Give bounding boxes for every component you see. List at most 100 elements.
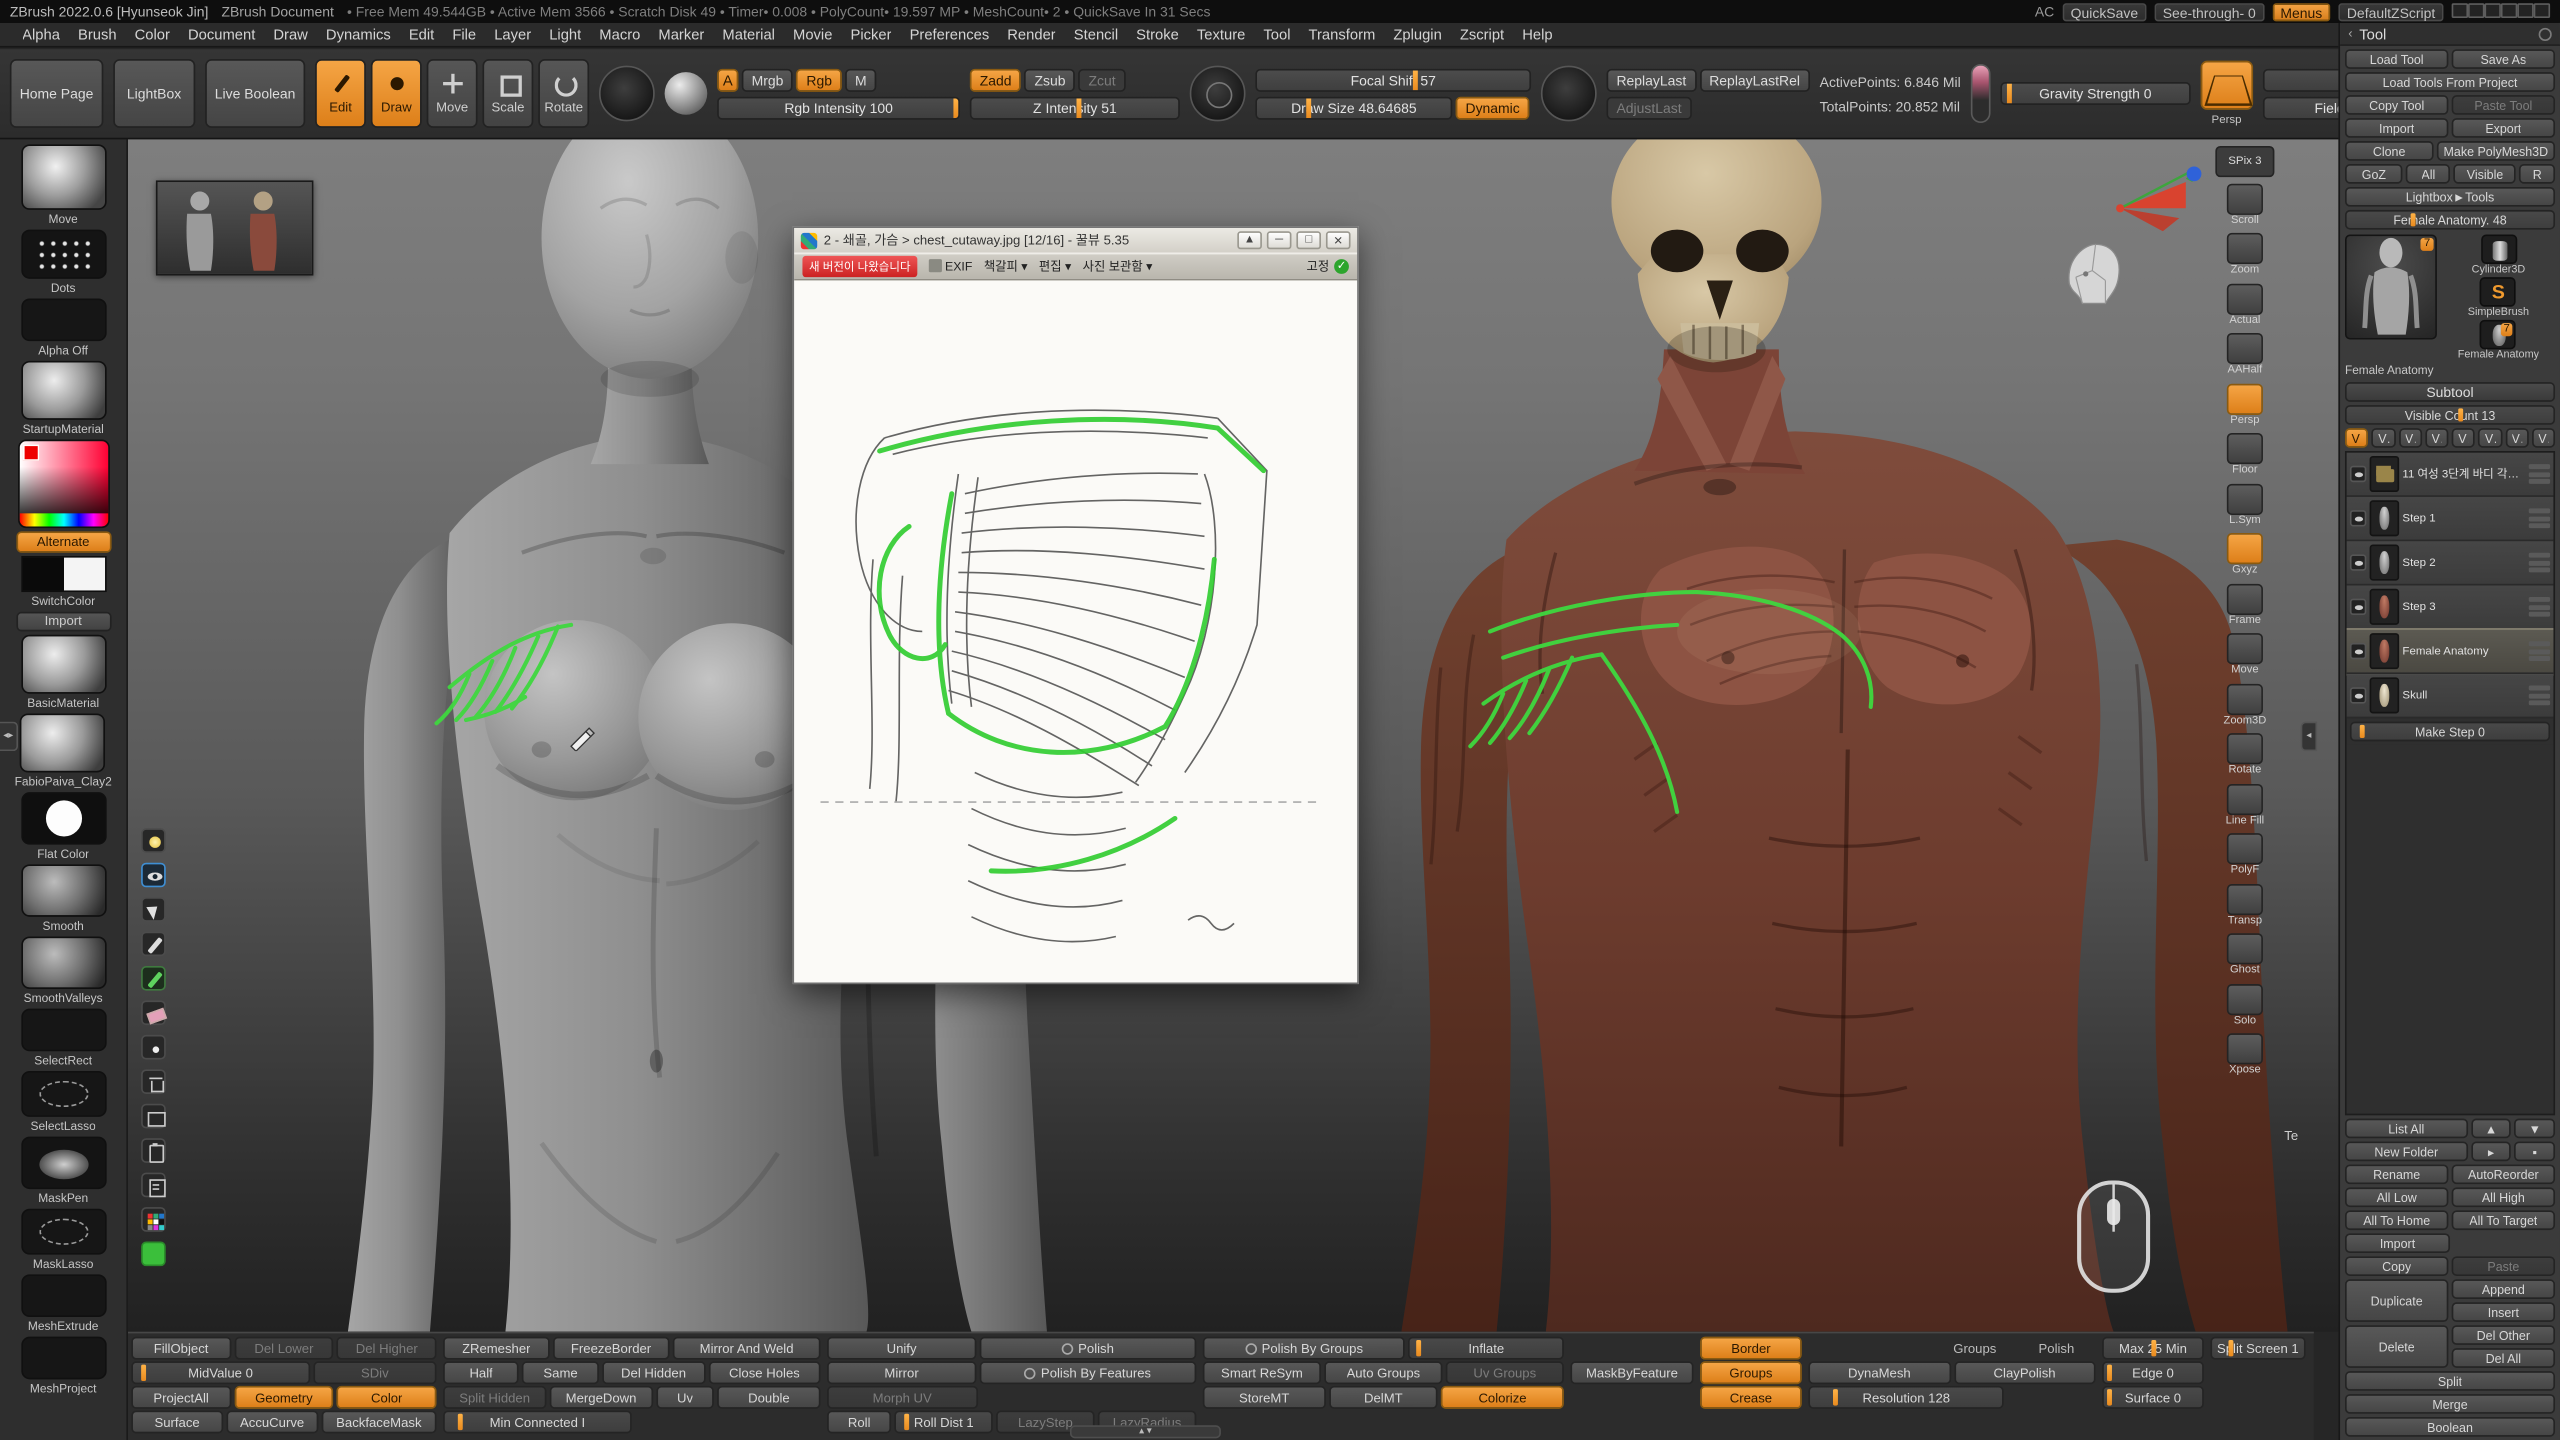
max-25-min-slider[interactable]: Max 25 Min [2102, 1337, 2204, 1360]
see-through-slider[interactable]: See-through- 0 [2155, 2, 2264, 20]
accucurve-button[interactable]: AccuCurve [226, 1410, 318, 1433]
cursor-icon[interactable] [141, 897, 166, 922]
axis-gizmo-icon[interactable] [2114, 159, 2203, 248]
color-orange[interactable]: Color [337, 1386, 437, 1409]
shelf-ghost[interactable]: Ghost [2227, 933, 2263, 977]
shelf-spix-3[interactable]: SPix 3 [2215, 146, 2274, 177]
make-step-0-slider[interactable]: Make Step 0 [2350, 722, 2550, 742]
import-button[interactable]: Import [2345, 1233, 2450, 1253]
lightbox-button[interactable]: LightBox [113, 59, 195, 128]
texture-button[interactable]: Texture [1188, 22, 1254, 47]
file-button[interactable]: File [443, 22, 485, 47]
screen-icon[interactable] [141, 1104, 166, 1129]
notes-icon[interactable] [141, 1173, 166, 1198]
mrgb-button[interactable]: Mrgb [742, 68, 793, 91]
preferences-button[interactable]: Preferences [901, 22, 999, 47]
del-lower-dis[interactable]: Del Lower [234, 1337, 334, 1360]
fillobject-button[interactable]: FillObject [131, 1337, 231, 1360]
shelf-aahalf[interactable]: AAHalf [2227, 333, 2263, 377]
smooth-thumb[interactable] [21, 864, 106, 916]
v1-orange[interactable]: V1 [2345, 428, 2368, 448]
sdiv-dis[interactable]: SDiv [313, 1361, 436, 1384]
photo-library-menu[interactable]: 사진 보관함 ▾ [1083, 257, 1153, 275]
boolean-button[interactable]: Boolean [2345, 1417, 2555, 1437]
resolution-128-slider[interactable]: Resolution 128 [1808, 1386, 2004, 1409]
field-of-view-slider[interactable]: Field of view(deg) 39.59775 [2263, 96, 2339, 119]
eraser-icon[interactable] [141, 1000, 166, 1025]
stroke-replay-icon[interactable] [1541, 66, 1597, 122]
item-button[interactable]: ▪ [2515, 1142, 2555, 1162]
roll-dist-1-slider[interactable]: Roll Dist 1 [895, 1410, 993, 1433]
item-button[interactable]: ▼ [2515, 1119, 2555, 1139]
gxyz-icon[interactable] [2227, 533, 2263, 564]
document-canvas[interactable]: 2 - 쇄골, 가슴 > chest_cutaway.jpg [12/16] -… [128, 139, 2338, 1331]
scale-mode-button[interactable]: Scale [483, 59, 534, 128]
material-sphere-icon[interactable] [665, 72, 708, 115]
draw-mode-button[interactable]: Draw [371, 59, 422, 128]
polish-by-features-toggle[interactable]: Polish By Features [979, 1361, 1196, 1384]
tray-item-meshextrude[interactable]: MeshExtrude [21, 1274, 106, 1333]
all-high-button[interactable]: All High [2452, 1187, 2555, 1207]
surface-button[interactable]: Surface [131, 1410, 223, 1433]
ghost-icon[interactable] [2227, 933, 2263, 964]
floor-icon[interactable] [2227, 433, 2263, 464]
stencil-button[interactable]: Stencil [1065, 22, 1127, 47]
rgb-intensity-slider[interactable]: Rgb Intensity 100 [717, 96, 960, 119]
tool-button[interactable]: Tool [1254, 22, 1299, 47]
shelf-gxyz[interactable]: Gxyz [2227, 533, 2263, 577]
half-button[interactable]: Half [443, 1361, 519, 1384]
replay-last-button[interactable]: ReplayLast [1607, 68, 1696, 91]
brush-preview-icon[interactable] [599, 66, 655, 122]
viewer-image-area[interactable] [794, 280, 1357, 982]
dynamics-button[interactable]: Dynamics [317, 22, 400, 47]
shelf-l-sym[interactable]: L.Sym [2227, 483, 2263, 527]
shelf-transp[interactable]: Transp [2227, 883, 2263, 927]
bottom-divider-handle[interactable]: ▴ ▾ [1070, 1425, 1221, 1438]
tray-item-picker[interactable] [17, 440, 109, 529]
right-divider-handle[interactable]: ◂ [2301, 722, 2317, 752]
auto-groups-button[interactable]: Auto Groups [1324, 1361, 1442, 1384]
pin-toggle[interactable]: 고정✓ [1307, 257, 1349, 275]
movie-button[interactable]: Movie [784, 22, 841, 47]
maskpen-thumb[interactable] [21, 1137, 106, 1189]
visibility-eye-icon[interactable] [141, 863, 166, 888]
move-thumb[interactable] [21, 144, 106, 210]
picker-button[interactable]: Picker [841, 22, 900, 47]
shelf-scroll[interactable]: Scroll [2227, 183, 2263, 227]
m-button[interactable]: M [845, 68, 876, 91]
tray-item-basicmaterial[interactable]: BasicMaterial [21, 635, 106, 710]
clipboard-icon[interactable] [141, 1138, 166, 1163]
dots-thumb[interactable] [21, 230, 106, 279]
line-fill-icon[interactable] [2227, 783, 2263, 814]
surface-0-slider[interactable]: Surface 0 [2102, 1386, 2204, 1409]
del-all-button[interactable]: Del All [2452, 1348, 2555, 1368]
scroll-icon[interactable] [2227, 183, 2263, 214]
r-button[interactable]: R [2520, 164, 2556, 184]
midvalue-0-slider[interactable]: MidValue 0 [131, 1361, 310, 1384]
subtool-item[interactable]: Step 2 [2347, 541, 2554, 585]
zoom-icon[interactable] [2227, 233, 2263, 264]
transform-button[interactable]: Transform [1300, 22, 1385, 47]
shelf-frame[interactable]: Frame [2227, 583, 2263, 627]
polyf-icon[interactable] [2227, 833, 2263, 864]
import-button[interactable]: Import [16, 612, 111, 632]
move-icon[interactable] [2227, 633, 2263, 664]
canvas-nav-thumbnail[interactable] [156, 180, 314, 275]
selectlasso-thumb[interactable] [21, 1071, 106, 1117]
meshproject-thumb[interactable] [21, 1337, 106, 1380]
persp-icon[interactable] [2227, 383, 2263, 414]
tray-item-smooth[interactable]: Smooth [21, 864, 106, 933]
roll-button[interactable]: Roll [827, 1410, 891, 1433]
freezeborder-button[interactable]: FreezeBorder [553, 1337, 670, 1360]
edit-button[interactable]: Edit [400, 22, 444, 47]
aahalf-icon[interactable] [2227, 333, 2263, 364]
all-button[interactable]: All [2406, 164, 2450, 184]
material-button[interactable]: Material [713, 22, 784, 47]
transp-icon[interactable] [2227, 883, 2263, 914]
layer-button[interactable]: Layer [485, 22, 540, 47]
shelf-zoom3d[interactable]: Zoom3D [2224, 683, 2267, 727]
female-anatomy-thumbnail[interactable]: 7 [2480, 320, 2516, 350]
solo-icon[interactable] [2227, 983, 2263, 1014]
layout-icon[interactable] [2517, 2, 2533, 17]
new-folder-button[interactable]: New Folder [2345, 1142, 2468, 1162]
